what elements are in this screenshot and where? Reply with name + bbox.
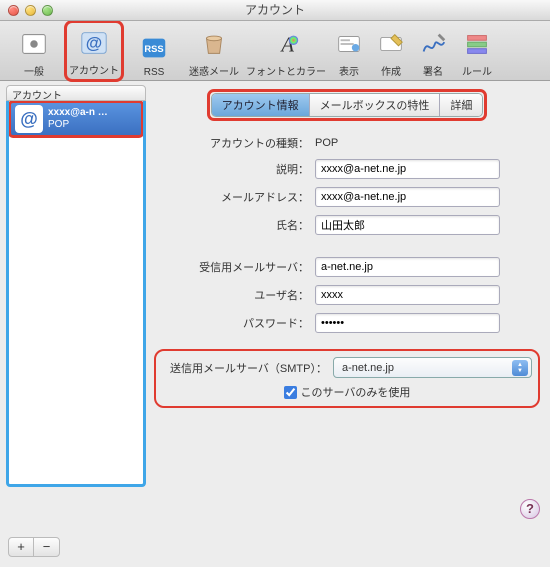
accounts-list[interactable]: @ xxxx@a-n … POP: [6, 101, 146, 487]
toolbar-label: ルール: [462, 67, 492, 78]
toolbar-label: 署名: [423, 67, 443, 78]
account-subtitle: POP: [48, 119, 108, 131]
tabs: アカウント情報 メールボックスの特性 詳細: [154, 89, 540, 121]
svg-text:RSS: RSS: [144, 44, 163, 54]
at-icon: @: [15, 105, 43, 133]
label-username: ユーザ名：: [154, 287, 309, 303]
label-account-type: アカウントの種類：: [154, 135, 309, 151]
window-title: アカウント: [245, 3, 305, 17]
smtp-server-select[interactable]: a-net.ne.jp ▲▼: [333, 357, 532, 378]
toolbar-accounts[interactable]: @ アカウント: [64, 20, 124, 82]
preferences-toolbar: 一般 @ アカウント RSS RSS 迷惑メール A フォントとカラー 表示 作…: [0, 21, 550, 81]
account-row[interactable]: @ xxxx@a-n … POP: [10, 102, 142, 136]
label-email: メールアドレス：: [154, 189, 309, 205]
account-title: xxxx@a-n …: [48, 107, 108, 119]
label-smtp: 送信用メールサーバ（SMTP）：: [162, 360, 327, 376]
toolbar-composing[interactable]: 作成: [370, 26, 412, 80]
input-fullname[interactable]: [315, 215, 500, 235]
input-email[interactable]: [315, 187, 500, 207]
toolbar-general[interactable]: 一般: [4, 26, 64, 80]
label-fullname: 氏名：: [154, 217, 309, 233]
input-username[interactable]: [315, 285, 500, 305]
label-description: 説明：: [154, 161, 309, 177]
add-remove-bar: + −: [8, 537, 60, 557]
toolbar-label: 作成: [381, 67, 401, 78]
toolbar-label: 一般: [24, 67, 44, 78]
toolbar-viewing[interactable]: 表示: [328, 26, 370, 80]
titlebar: アカウント: [0, 0, 550, 21]
input-description[interactable]: [315, 159, 500, 179]
svg-text:@: @: [86, 34, 102, 53]
toolbar-rules[interactable]: ルール: [454, 26, 500, 80]
tab-account-info[interactable]: アカウント情報: [212, 94, 310, 116]
toolbar-label: 表示: [339, 67, 359, 78]
toolbar-fonts[interactable]: A フォントとカラー: [244, 26, 328, 80]
toolbar-label: RSS: [144, 67, 165, 78]
add-account-button[interactable]: +: [9, 538, 34, 556]
value-account-type: POP: [315, 137, 338, 149]
label-password: パスワード：: [154, 315, 309, 331]
toolbar-junk[interactable]: 迷惑メール: [184, 26, 244, 80]
updown-arrows-icon: ▲▼: [512, 360, 528, 376]
remove-account-button[interactable]: −: [34, 538, 59, 556]
toolbar-rss[interactable]: RSS RSS: [124, 30, 184, 80]
toolbar-label: 迷惑メール: [189, 67, 239, 78]
tab-mailbox-behaviors[interactable]: メールボックスの特性: [310, 94, 441, 116]
tab-advanced[interactable]: 詳細: [440, 94, 482, 116]
checkbox-only-server[interactable]: [284, 386, 297, 399]
label-only-server: このサーバのみを使用: [301, 384, 411, 400]
toolbar-label: アカウント: [69, 66, 119, 77]
help-button[interactable]: ?: [520, 499, 540, 519]
input-incoming-server[interactable]: [315, 257, 500, 277]
minimize-window-button[interactable]: [25, 5, 36, 16]
label-incoming-server: 受信用メールサーバ：: [154, 259, 309, 275]
toolbar-signatures[interactable]: 署名: [412, 26, 454, 80]
sidebar-header: アカウント: [6, 85, 146, 101]
input-password[interactable]: [315, 313, 500, 333]
close-window-button[interactable]: [8, 5, 19, 16]
zoom-window-button[interactable]: [42, 5, 53, 16]
smtp-server-value: a-net.ne.jp: [342, 362, 394, 374]
toolbar-label: フォントとカラー: [246, 67, 326, 78]
